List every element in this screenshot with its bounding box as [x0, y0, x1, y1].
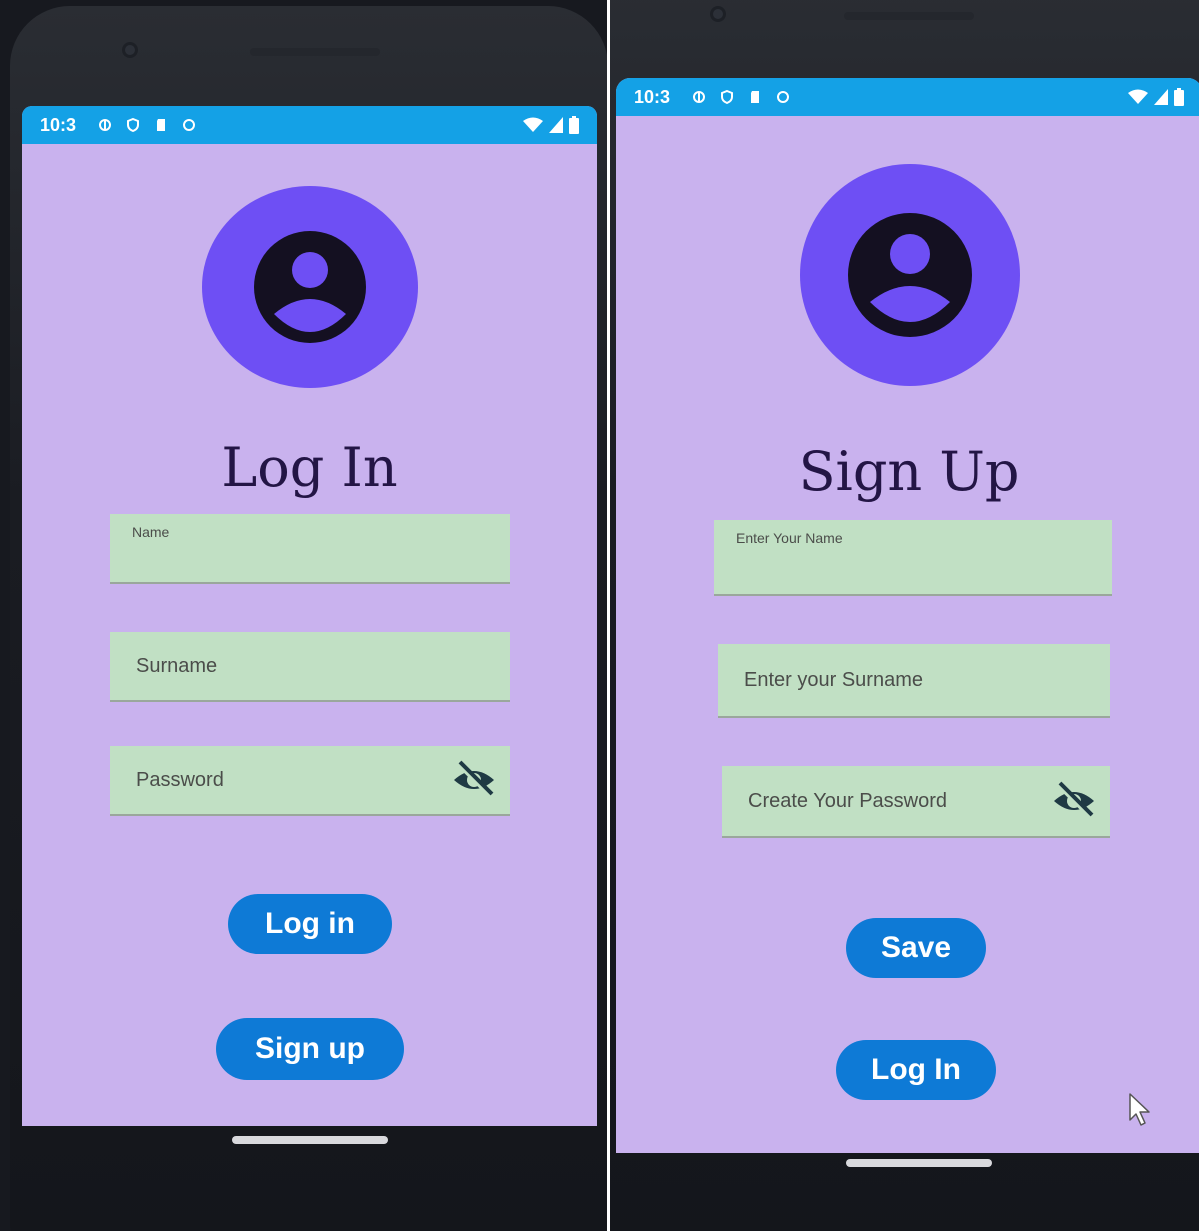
notification-icon [693, 91, 706, 103]
mouse-cursor-icon [1129, 1093, 1150, 1126]
notification-icons [98, 118, 196, 132]
account-circle-icon [848, 213, 972, 337]
wifi-icon [1128, 89, 1148, 104]
shield-icon [721, 90, 734, 104]
password-field[interactable] [110, 746, 510, 816]
status-time: 10:3 [40, 114, 77, 135]
sd-card-icon [157, 119, 166, 131]
sd-card-icon [751, 91, 760, 103]
page-title: Log In [221, 436, 398, 499]
avatar [202, 186, 418, 388]
login-button[interactable]: Log in [228, 894, 392, 954]
password-field[interactable] [722, 766, 1110, 838]
signup-screen: 10:3 Sign Up Enter Your Name Enter your … [616, 78, 1199, 1153]
system-icons [523, 116, 579, 134]
earpiece-speaker [250, 48, 380, 56]
login-photo: 10:3 Log In Name Surname Log in Sign up [0, 0, 607, 1231]
signal-icon [1154, 89, 1168, 105]
status-time: 10:3 [634, 86, 671, 107]
surname-input[interactable] [110, 632, 510, 700]
login-screen: 10:3 Log In Name Surname Log in Sign up [22, 106, 597, 1126]
download-icon [183, 119, 196, 131]
earpiece-speaker [844, 12, 974, 20]
download-icon [777, 91, 790, 103]
eye-off-icon[interactable] [450, 760, 498, 800]
signup-button[interactable]: Sign up [216, 1018, 404, 1080]
front-camera [710, 6, 726, 22]
notification-icons [692, 90, 790, 104]
battery-icon [569, 116, 579, 134]
page-title: Sign Up [798, 440, 1020, 503]
avatar [800, 164, 1020, 386]
battery-icon [1174, 88, 1184, 106]
notification-icon [99, 119, 112, 131]
signal-icon [549, 117, 563, 133]
status-bar: 10:3 [616, 78, 1199, 116]
login-button[interactable]: Log In [836, 1040, 996, 1100]
signup-photo: 10:3 Sign Up Enter Your Name Enter your … [610, 0, 1199, 1231]
name-field[interactable]: Name [110, 514, 510, 584]
home-indicator[interactable] [232, 1136, 388, 1144]
surname-field[interactable] [110, 632, 510, 702]
name-input[interactable] [714, 520, 1112, 594]
surname-field[interactable] [718, 644, 1110, 718]
eye-off-icon[interactable] [1050, 781, 1098, 821]
home-indicator[interactable] [846, 1159, 992, 1167]
save-button[interactable]: Save [846, 918, 986, 978]
status-bar: 10:3 [22, 106, 597, 144]
shield-icon [127, 118, 140, 132]
name-input[interactable] [110, 514, 510, 582]
system-icons [1128, 88, 1184, 106]
account-circle-icon [254, 231, 366, 343]
name-field[interactable]: Enter Your Name [714, 520, 1112, 596]
front-camera [122, 42, 138, 58]
surname-input[interactable] [718, 644, 1110, 716]
wifi-icon [523, 117, 543, 132]
